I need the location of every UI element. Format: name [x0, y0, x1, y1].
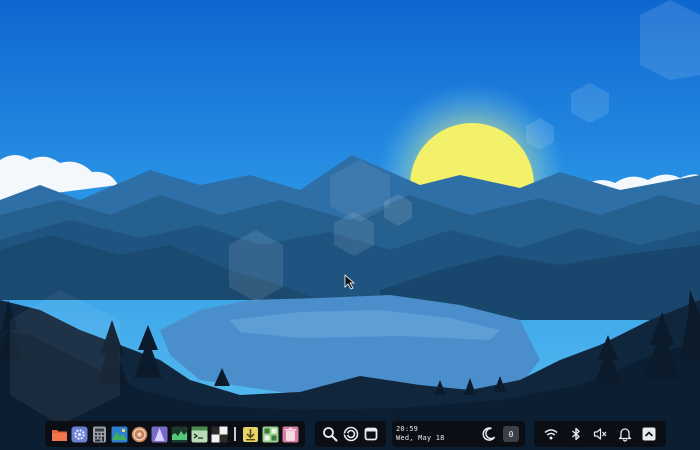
- puzzle-app-icon[interactable]: [262, 426, 279, 443]
- night-mode-button[interactable]: [480, 425, 498, 443]
- image-viewer-app-icon[interactable]: [111, 426, 128, 443]
- notification-count-badge[interactable]: 0: [503, 426, 519, 442]
- bell-icon: [618, 428, 631, 442]
- calculator-app-icon[interactable]: [91, 426, 108, 443]
- clock-date: Wed, May 18: [396, 434, 445, 442]
- system-tray: [534, 421, 666, 447]
- clock[interactable]: 20:59 Wed, May 18: [396, 425, 445, 443]
- tray-expand-button[interactable]: [640, 425, 658, 443]
- clock-dock: 20:59 Wed, May 18 0: [392, 421, 525, 447]
- search-button[interactable]: [321, 425, 339, 443]
- workspaces-icon: [364, 427, 378, 441]
- downloads-app-icon[interactable]: [242, 426, 259, 443]
- trash-app-icon[interactable]: [282, 426, 299, 443]
- launcher-icon: [343, 426, 358, 442]
- wifi-button[interactable]: [542, 425, 560, 443]
- wifi-icon: [544, 429, 558, 440]
- desktop-wallpaper: [0, 0, 700, 450]
- bluetooth-icon: [571, 427, 580, 441]
- bluetooth-button[interactable]: [567, 425, 585, 443]
- app-dock: [45, 421, 305, 447]
- chevron-up-icon: [642, 427, 656, 441]
- disks-app-icon[interactable]: [131, 426, 148, 443]
- vlc-app-icon[interactable]: [151, 426, 168, 443]
- volume-button[interactable]: [591, 425, 609, 443]
- terminal-app-icon[interactable]: [191, 426, 208, 443]
- files-app-icon[interactable]: [51, 426, 68, 443]
- notifications-button[interactable]: [616, 425, 634, 443]
- system-monitor-app-icon[interactable]: [171, 426, 188, 443]
- mouse-cursor-icon: [344, 274, 356, 290]
- volume-muted-icon: [593, 428, 607, 440]
- dock-separator: [234, 427, 236, 441]
- chess-app-icon[interactable]: [211, 426, 228, 443]
- search-icon: [323, 427, 338, 442]
- launcher-button[interactable]: [342, 425, 360, 443]
- moon-icon: [482, 427, 496, 441]
- workspaces-button[interactable]: [362, 425, 380, 443]
- settings-app-icon[interactable]: [71, 426, 88, 443]
- clock-time: 20:59: [396, 425, 419, 433]
- launcher-dock: [315, 421, 386, 447]
